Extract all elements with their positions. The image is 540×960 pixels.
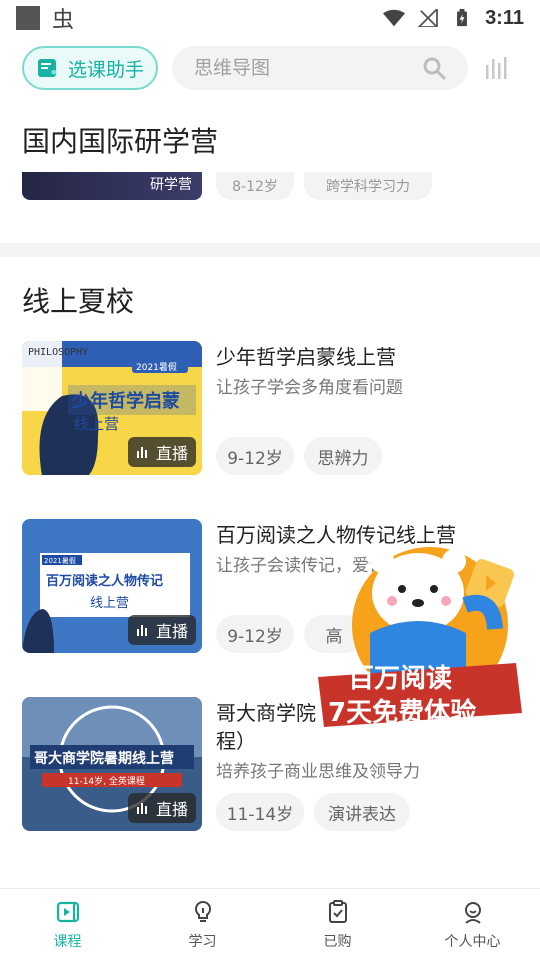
- lightbulb-icon: [194, 900, 211, 922]
- course-title: 少年哲学启蒙线上营: [216, 345, 396, 369]
- live-badge: 直播: [127, 615, 196, 645]
- course-tag-skill: 思辨力: [304, 437, 382, 475]
- live-bars-icon: [136, 447, 147, 458]
- no-signal-icon: [417, 9, 438, 27]
- section-title-study-camp: 国内国际研学营: [22, 125, 219, 158]
- app-notification-icon: 虫: [52, 8, 75, 33]
- promo-line2: 7天免费体验: [328, 697, 476, 728]
- search-bar[interactable]: [172, 46, 468, 90]
- course-tag-age: 11-14岁: [216, 793, 304, 831]
- course-card[interactable]: PHILOSOPHY 2021暑假 少年哲学启蒙 线上营 直播 少年哲学启蒙线上…: [0, 341, 540, 481]
- assistant-icon: [37, 59, 57, 77]
- battery-charging-icon: [457, 9, 467, 27]
- thumb-title-line1: 少年哲学启蒙: [71, 390, 180, 412]
- clock: 3:11: [485, 6, 524, 29]
- tab-purchased-label: 已购: [323, 933, 352, 950]
- user-face-icon: [464, 901, 481, 924]
- tab-study-label: 学习: [188, 933, 217, 950]
- bear-mascot-promo-art: 百万阅读 7天免费体验: [318, 547, 522, 728]
- live-badge-label: 直播: [155, 622, 188, 641]
- reading-promo-float[interactable]: 百万阅读 7天免费体验: [310, 545, 530, 745]
- live-badge-label: 直播: [155, 444, 188, 463]
- thumb-brand-text: PHILOSOPHY: [28, 347, 88, 358]
- tab-profile[interactable]: 个人中心: [405, 889, 540, 960]
- section-divider: [0, 243, 540, 257]
- wifi-icon: [383, 9, 406, 27]
- course-tag-age: 9-12岁: [216, 615, 294, 653]
- thumb-subtitle-text: 11-14岁, 全英课程: [68, 775, 145, 787]
- ranking-icon[interactable]: [484, 55, 510, 81]
- course-tag-age: 9-12岁: [216, 437, 294, 475]
- thumb-title-line2: 线上营: [90, 596, 129, 611]
- tab-courses-label: 课程: [53, 933, 82, 950]
- clipboard-check-icon: [328, 899, 347, 923]
- course-assistant-label: 选课助手: [67, 58, 144, 81]
- live-badge-label: 直播: [155, 800, 188, 819]
- partial-course-thumbnail[interactable]: 研学营: [22, 172, 202, 200]
- status-bar: 虫 3:11: [0, 0, 540, 36]
- live-badge: 直播: [127, 793, 196, 823]
- tab-courses[interactable]: 课程: [0, 889, 135, 960]
- search-icon[interactable]: [422, 56, 446, 80]
- bottom-nav: 课程 学习 已购 个人中心: [0, 888, 540, 960]
- thumb-title-line2: 线上营: [74, 415, 119, 433]
- course-tag-skill: 演讲表达: [314, 793, 410, 831]
- partial-tag-skill: 跨学科学习力: [304, 172, 432, 200]
- promo-line1: 百万阅读: [348, 664, 452, 694]
- thumb-title-line1: 百万阅读之人物传记: [46, 573, 163, 589]
- section-title-online-summer: 线上夏校: [22, 285, 135, 318]
- tab-purchased[interactable]: 已购: [270, 889, 405, 960]
- course-thumbnail: PHILOSOPHY 2021暑假 少年哲学启蒙 线上营 直播: [22, 341, 202, 475]
- course-thumbnail: 2021暑假 百万阅读之人物传记 线上营 直播: [22, 519, 202, 653]
- top-bar: 选课助手: [0, 44, 540, 92]
- live-badge: 直播: [127, 437, 196, 467]
- video-play-icon: [56, 901, 79, 922]
- notification-icon: [16, 6, 40, 30]
- partial-thumb-text: 研学营: [150, 177, 192, 193]
- course-subtitle: 培养孩子商业思维及领导力: [216, 762, 420, 782]
- partial-tag-age: 8-12岁: [216, 172, 294, 200]
- tab-study[interactable]: 学习: [135, 889, 270, 960]
- thumb-title-text: 哥大商学院暑期线上营: [34, 750, 174, 767]
- course-subtitle: 让孩子学会多角度看问题: [216, 378, 403, 398]
- thumb-season-text: 2021暑假: [44, 556, 76, 565]
- live-bars-icon: [136, 803, 147, 814]
- tab-profile-label: 个人中心: [444, 933, 501, 950]
- thumb-season-text: 2021暑假: [136, 362, 177, 373]
- live-bars-icon: [136, 625, 147, 636]
- course-thumbnail: 哥大商学院暑期线上营 11-14岁, 全英课程 直播: [22, 697, 202, 831]
- course-assistant-button[interactable]: 选课助手: [22, 46, 158, 90]
- course-list[interactable]: 国内国际研学营 研学营 8-12岁 跨学科学习力 线上夏校 PHILOSOPHY…: [0, 100, 540, 888]
- search-input[interactable]: [194, 57, 404, 79]
